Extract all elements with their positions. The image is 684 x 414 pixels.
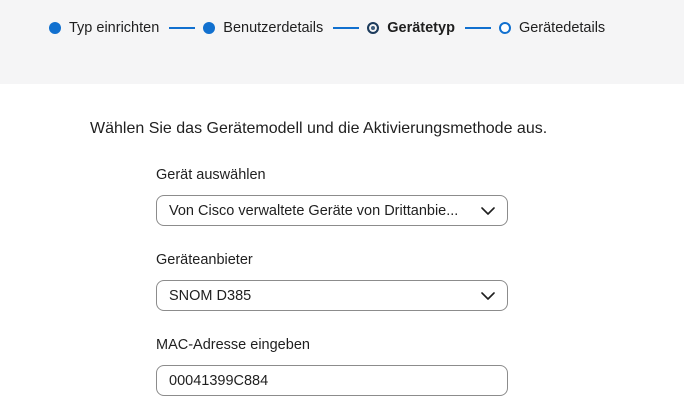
mac-address-input[interactable] — [169, 372, 495, 389]
chevron-down-icon — [481, 206, 495, 215]
wizard-stepper-bar: Typ einrichten Benutzerdetails Gerätetyp… — [0, 0, 684, 84]
step-benutzerdetails[interactable]: Benutzerdetails — [203, 20, 323, 36]
step-current-icon — [367, 22, 380, 34]
vendor-select-value: SNOM D385 — [169, 287, 252, 304]
mac-address-field[interactable] — [156, 365, 508, 396]
form-instruction: Wählen Sie das Gerätemodell und die Akti… — [90, 120, 548, 137]
wizard-steps: Typ einrichten Benutzerdetails Gerätetyp… — [49, 18, 605, 38]
vendor-select[interactable]: SNOM D385 — [156, 280, 508, 311]
step-label: Typ einrichten — [69, 20, 160, 36]
step-label: Benutzerdetails — [223, 20, 324, 36]
device-select-value: Von Cisco verwaltete Geräte von Drittanb… — [169, 202, 459, 219]
step-geraetetyp[interactable]: Gerätetyp — [367, 20, 455, 36]
chevron-down-icon — [481, 291, 495, 300]
step-complete-icon — [203, 22, 216, 34]
step-connector — [464, 27, 491, 29]
step-label: Gerätedetails — [518, 20, 606, 36]
mac-input-label: MAC-Adresse eingeben — [156, 337, 310, 353]
device-select[interactable]: Von Cisco verwaltete Geräte von Drittanb… — [156, 195, 508, 226]
step-label: Gerätetyp — [387, 20, 455, 36]
step-connector — [169, 27, 196, 29]
vendor-select-label: Geräteanbieter — [156, 252, 253, 268]
step-geraetedetails[interactable]: Gerätedetails — [498, 20, 606, 36]
step-typ-einrichten[interactable]: Typ einrichten — [49, 20, 159, 36]
step-pending-icon — [498, 22, 511, 34]
device-select-label: Gerät auswählen — [156, 167, 266, 183]
step-connector — [333, 27, 360, 29]
step-complete-icon — [49, 22, 61, 34]
